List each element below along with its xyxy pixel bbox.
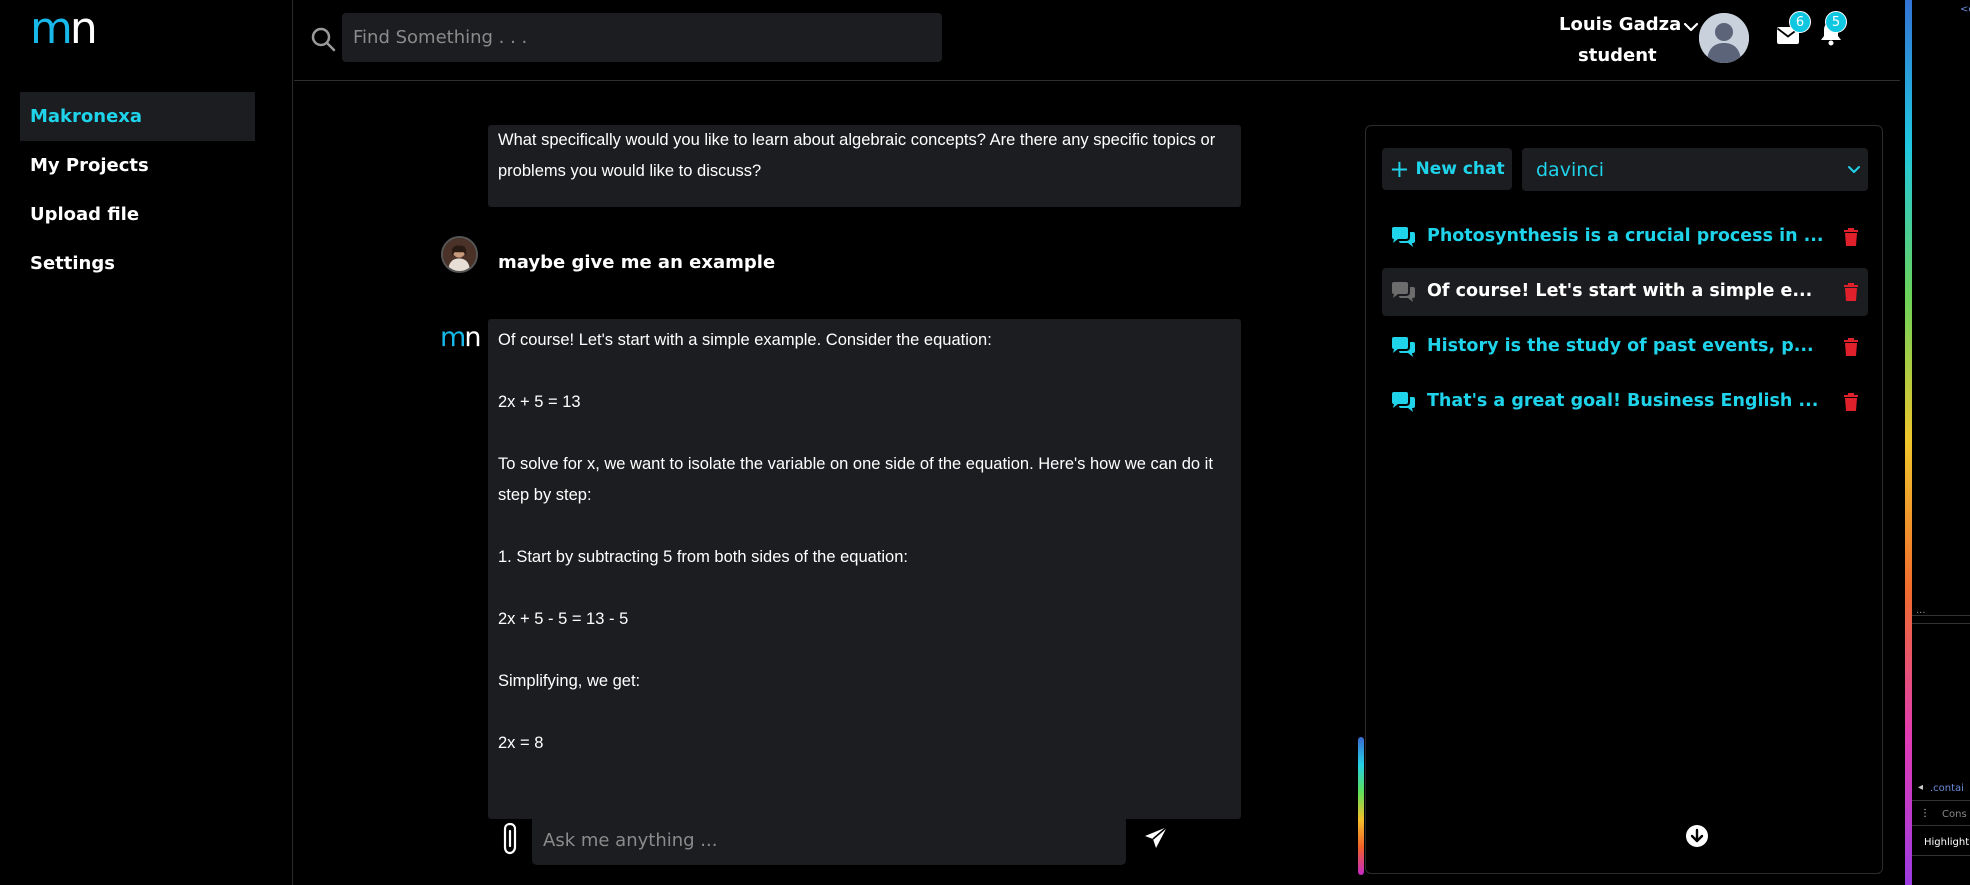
sidebar-item-label: Makronexa xyxy=(30,106,143,127)
devtools-console-tab[interactable]: Cons xyxy=(1942,809,1967,820)
trash-icon[interactable] xyxy=(1843,283,1859,301)
divider xyxy=(1912,800,1970,801)
arrow-circle-down-icon[interactable] xyxy=(1685,824,1709,848)
message-line xyxy=(488,697,1241,728)
message-line: To solve for x, we want to isolate the v… xyxy=(498,455,1213,504)
devtools-caret-icon: ◂ xyxy=(1918,782,1924,793)
sidebar-item-label: Settings xyxy=(30,253,115,274)
assistant-logo-icon: mn xyxy=(440,322,481,353)
devtools-breadcrumb[interactable]: .contai xyxy=(1930,783,1964,794)
sidebar-item-label: My Projects xyxy=(30,155,149,176)
message-line: Of course! Let's start with a simple exa… xyxy=(498,331,992,349)
notification-badge: 5 xyxy=(1825,11,1847,33)
message-line xyxy=(488,356,1241,387)
user-silhouette-icon xyxy=(1699,13,1749,63)
history-item-title: That's a great goal! Business English ..… xyxy=(1427,391,1819,411)
send-icon[interactable] xyxy=(1143,825,1169,851)
history-item-title: Photosynthesis is a crucial process in .… xyxy=(1427,226,1824,246)
user-photo-icon xyxy=(443,238,476,271)
chat-history-panel: + New chat davinci Photosynthesis is a c… xyxy=(1365,125,1883,874)
message-line xyxy=(488,635,1241,666)
chat-input[interactable] xyxy=(532,815,1126,865)
user-avatar xyxy=(441,236,478,273)
history-item-title: History is the study of past events, p..… xyxy=(1427,336,1814,356)
top-header: Louis Gadza student 6 5 xyxy=(294,0,1900,81)
trash-icon[interactable] xyxy=(1843,393,1859,411)
sidebar-item-my-projects[interactable]: My Projects xyxy=(20,141,255,190)
devtools-kebab-icon[interactable]: ⋮ xyxy=(1920,808,1930,819)
message-line: 2x + 5 = 13 xyxy=(498,393,581,411)
search-input[interactable] xyxy=(342,13,942,62)
user-role: student xyxy=(1578,45,1657,66)
comments-icon xyxy=(1392,392,1415,412)
trash-icon[interactable] xyxy=(1843,338,1859,356)
message-line xyxy=(488,418,1241,449)
message-line xyxy=(488,573,1241,604)
chat-area: What specifically would you like to lear… xyxy=(294,82,1360,885)
history-item[interactable]: History is the study of past events, p..… xyxy=(1382,323,1868,371)
assistant-message: What specifically would you like to lear… xyxy=(488,125,1241,207)
sidebar-item-makronexa[interactable]: Makronexa xyxy=(20,92,255,141)
message-line: Simplifying, we get: xyxy=(498,672,641,690)
sidebar-item-label: Upload file xyxy=(30,204,140,225)
logo-m: m xyxy=(30,3,73,54)
devtools-more-icon[interactable]: ··· xyxy=(1916,608,1926,619)
logo-n: n xyxy=(69,3,98,54)
history-list: Photosynthesis is a crucial process in .… xyxy=(1382,213,1868,433)
comments-icon xyxy=(1392,227,1415,247)
message-text: What specifically would you like to lear… xyxy=(498,131,1216,180)
divider xyxy=(1912,623,1970,624)
assistant-message: Of course! Let's start with a simple exa… xyxy=(488,319,1241,819)
message-line xyxy=(488,511,1241,542)
devtools-top-text: <c xyxy=(1960,4,1970,15)
plus-icon: + xyxy=(1389,155,1410,183)
sidebar-item-settings[interactable]: Settings xyxy=(20,239,255,288)
message-line: 1. Start by subtracting 5 from both side… xyxy=(498,548,908,566)
sidebar: mn Makronexa My Projects Upload file Set… xyxy=(0,0,293,885)
chevron-down-icon[interactable] xyxy=(1682,18,1700,36)
trash-icon[interactable] xyxy=(1843,228,1859,246)
history-item[interactable]: Photosynthesis is a crucial process in .… xyxy=(1382,213,1868,261)
paperclip-icon[interactable] xyxy=(499,822,523,856)
history-item[interactable]: That's a great goal! Business English ..… xyxy=(1382,378,1868,426)
message-line: 2x + 5 - 5 = 13 - 5 xyxy=(498,610,629,628)
user-name[interactable]: Louis Gadza xyxy=(1559,14,1681,35)
history-item-title: Of course! Let's start with a simple e..… xyxy=(1427,281,1813,301)
avatar[interactable] xyxy=(1699,13,1749,63)
comments-icon xyxy=(1392,282,1415,302)
chevron-down-icon xyxy=(1848,166,1860,173)
mail-badge: 6 xyxy=(1789,11,1811,33)
sidebar-nav: Makronexa My Projects Upload file Settin… xyxy=(20,92,255,288)
devtools-highlight-label: Highlight xyxy=(1924,837,1970,848)
model-select[interactable]: davinci xyxy=(1522,148,1868,191)
new-chat-button[interactable]: + New chat xyxy=(1382,148,1512,190)
message-line: 2x = 8 xyxy=(498,734,544,752)
brand-logo[interactable]: mn xyxy=(30,3,98,54)
scroll-indicator[interactable] xyxy=(1358,737,1364,875)
devtools-panel: <c ··· .contai ◂ ⋮ Cons Highlight xyxy=(1900,0,1970,885)
comments-icon xyxy=(1392,337,1415,357)
user-message: maybe give me an example xyxy=(498,252,776,273)
sidebar-item-upload-file[interactable]: Upload file xyxy=(20,190,255,239)
divider xyxy=(1912,855,1970,856)
search-icon xyxy=(311,27,336,52)
devtools-scrollbar[interactable] xyxy=(1905,0,1912,885)
model-value: davinci xyxy=(1536,158,1604,181)
divider xyxy=(1912,825,1970,826)
new-chat-label: New chat xyxy=(1415,159,1505,179)
history-item-active[interactable]: Of course! Let's start with a simple e..… xyxy=(1382,268,1868,316)
